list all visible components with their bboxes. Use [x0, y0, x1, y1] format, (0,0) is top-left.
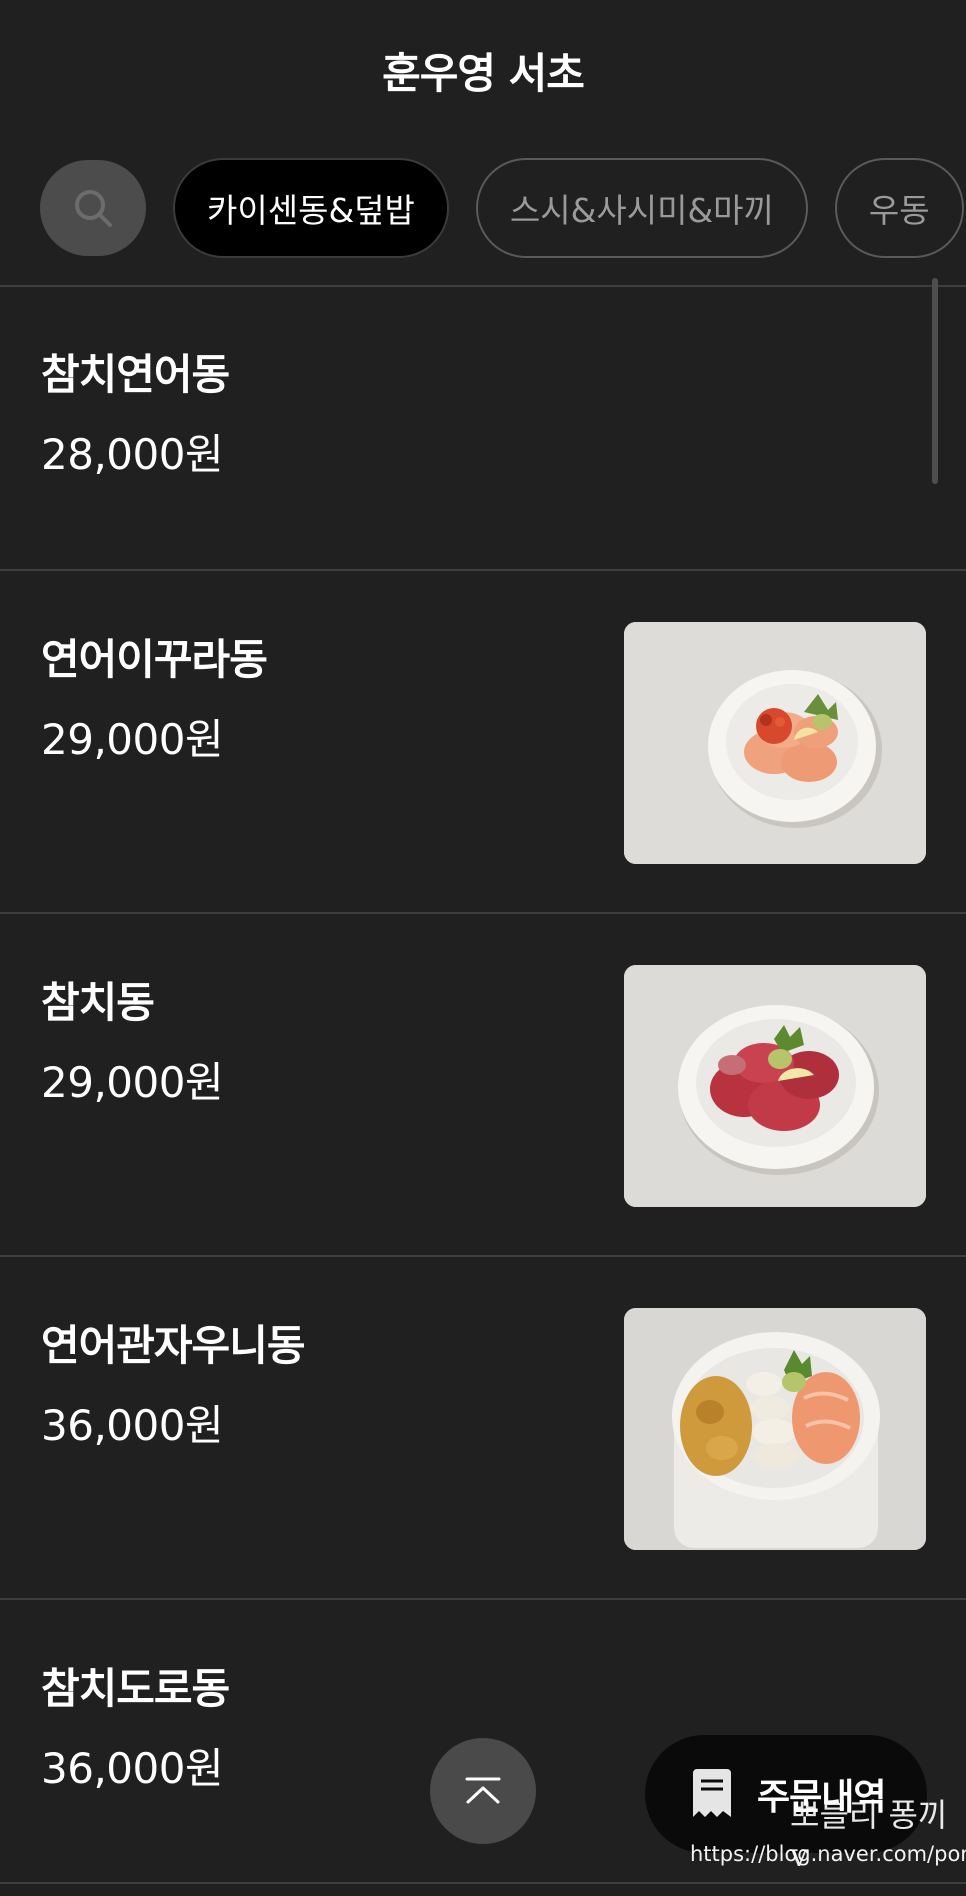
menu-page: 훈우영 서초 카이센동&덮밥 스시&사시미&마끼 우동 참치연어동 28,000…: [0, 0, 966, 1896]
menu-item[interactable]: 연어관자우니동 36,000원: [0, 1257, 966, 1600]
menu-item-name: 참치도로동: [41, 1664, 230, 1713]
watermark-url: https://blog.naver.com/pongkki: [690, 1842, 966, 1866]
tab-udon[interactable]: 우동: [834, 158, 964, 258]
menu-item[interactable]: 참치동 29,000원: [0, 914, 966, 1257]
tab-kaisendon[interactable]: 카이센동&덮밥: [173, 158, 449, 258]
menu-item-image: [624, 965, 926, 1207]
menu-item-name: 연어관자우니동: [41, 1321, 305, 1370]
watermark: 뽀블리 퐁끼v https://blog.naver.com/pongkki: [690, 1790, 966, 1886]
menu-item-image: [624, 1308, 926, 1550]
menu-item[interactable]: 연어이꾸라동 29,000원: [0, 571, 966, 914]
category-tabs: 카이센동&덮밥 스시&사시미&마끼 우동: [40, 158, 964, 258]
search-button[interactable]: [40, 160, 146, 256]
scroll-top-icon: [465, 1777, 501, 1804]
header: 훈우영 서초: [0, 0, 966, 145]
menu-item-price: 36,000원: [41, 1401, 224, 1450]
menu-item-name: 연어이꾸라동: [41, 635, 268, 684]
menu-item-image: [624, 622, 926, 864]
menu-item-price: 29,000원: [41, 715, 224, 764]
menu-item-price: 28,000원: [41, 430, 224, 479]
store-title: 훈우영 서초: [382, 49, 585, 98]
tab-label: 스시&사시미&마끼: [509, 191, 774, 230]
tab-sushi-sashimi[interactable]: 스시&사시미&마끼: [475, 158, 808, 258]
tuna-bowl-image: [624, 965, 926, 1207]
menu-item-price: 29,000원: [41, 1058, 224, 1107]
tab-label: 우동: [868, 191, 930, 230]
menu-item-name: 참치연어동: [41, 350, 230, 399]
search-icon: [75, 190, 112, 227]
scroll-top-button[interactable]: [430, 1738, 536, 1844]
salmon-ikura-bowl-image: [624, 622, 926, 864]
menu-list: 참치연어동 28,000원 연어이꾸라동 29,000원 참치동 29,000원…: [0, 287, 966, 1884]
menu-item-name: 참치동: [41, 978, 155, 1027]
tab-label: 카이센동&덮밥: [207, 191, 415, 230]
menu-item[interactable]: 참치연어동 28,000원: [0, 287, 966, 571]
salmon-scallop-uni-bowl-image: [624, 1308, 926, 1550]
menu-item-price: 36,000원: [41, 1744, 224, 1793]
